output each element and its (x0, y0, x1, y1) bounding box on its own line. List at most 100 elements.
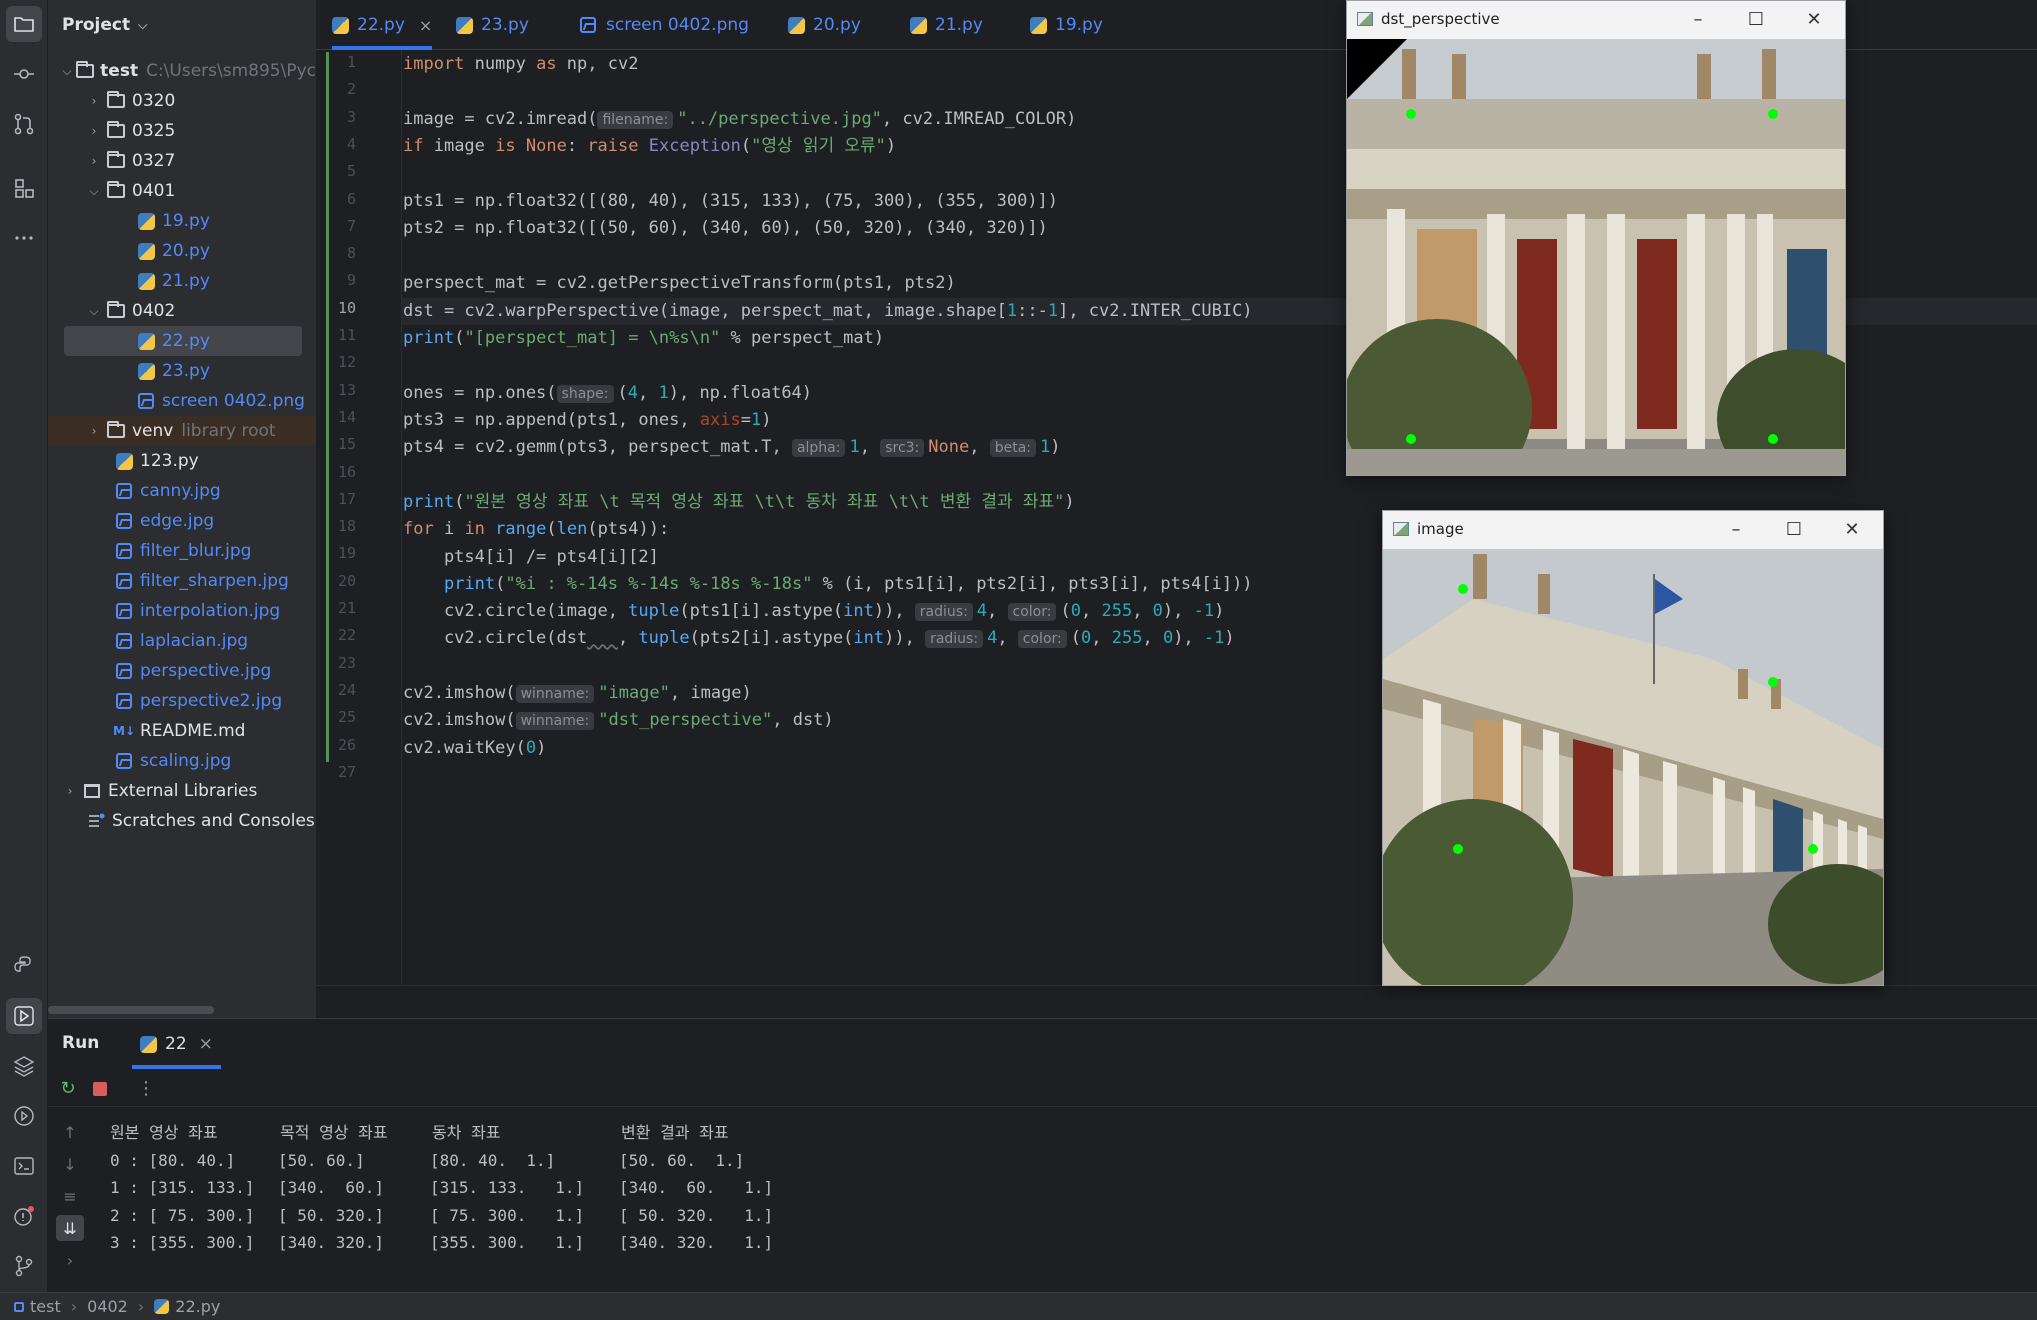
close-icon[interactable]: × (419, 16, 432, 35)
tree-item-perspective2[interactable]: perspective2.jpg (48, 686, 316, 716)
tab-23py[interactable]: 23.py (456, 0, 529, 50)
tab-20py[interactable]: 20.py (788, 0, 861, 50)
tree-item-0320[interactable]: › 0320 (48, 86, 316, 116)
tree-item-label: screen 0402.png (162, 391, 305, 411)
more-options-icon[interactable]: ⋮ (132, 1075, 160, 1103)
tree-item-test[interactable]: ⌵ test C:\Users\sm895\Pyc (48, 56, 316, 86)
tree-item-filter-sharpen[interactable]: filter_sharpen.jpg (48, 566, 316, 596)
folder-icon (106, 91, 126, 111)
commit-tool-button[interactable] (6, 56, 42, 92)
python-file-icon (1030, 16, 1047, 34)
maximize-icon[interactable]: ☐ (1727, 1, 1785, 37)
chevron-down-icon[interactable]: ⌵ (62, 64, 72, 79)
line-number: 1 (346, 53, 356, 71)
chevron-right-icon[interactable]: › (86, 424, 102, 438)
run-tool-button[interactable] (6, 998, 42, 1034)
tree-item-canny[interactable]: canny.jpg (48, 476, 316, 506)
close-icon[interactable]: ✕ (1785, 1, 1843, 37)
tree-item-22py[interactable]: 22.py (64, 326, 302, 356)
chevron-right-icon: › (137, 1297, 145, 1316)
tab-22py[interactable]: 22.py × (332, 0, 433, 50)
stop-icon[interactable] (86, 1075, 114, 1103)
line-number: 13 (337, 380, 356, 399)
tree-item-21py[interactable]: 21.py (48, 266, 316, 296)
breadcrumb-folder[interactable]: 0402 (87, 1297, 128, 1316)
tree-item-screen-png[interactable]: screen 0402.png (48, 386, 316, 416)
scroll-down-icon[interactable]: ↓ (56, 1151, 84, 1177)
param-hint: alpha: (791, 439, 846, 457)
layers-tool-button[interactable] (6, 1048, 42, 1084)
code-line-9: perspect_mat = cv2.getPerspectiveTransfo… (403, 273, 956, 293)
tree-item-0325[interactable]: › 0325 (48, 116, 316, 146)
line-number: 6 (346, 189, 356, 208)
minimize-icon[interactable]: – (1669, 1, 1727, 37)
tree-item-20py[interactable]: 20.py (48, 236, 316, 266)
tab-label: 19.py (1055, 15, 1103, 35)
tree-item-filter-blur[interactable]: filter_blur.jpg (48, 536, 316, 566)
tree-item-23py[interactable]: 23.py (48, 356, 316, 386)
tree-item-perspective[interactable]: perspective.jpg (48, 656, 316, 686)
tree-item-venv[interactable]: › venv library root (48, 416, 316, 446)
tree-item-scaling[interactable]: scaling.jpg (48, 746, 316, 776)
tree-item-0327[interactable]: › 0327 (48, 146, 316, 176)
python-file-icon (136, 361, 156, 381)
soft-wrap-icon[interactable]: ≡ (56, 1183, 84, 1209)
minimize-icon[interactable]: – (1707, 511, 1765, 547)
chevron-down-icon[interactable]: ⌵ (86, 304, 102, 319)
chevron-right-icon[interactable]: › (86, 154, 102, 168)
breadcrumb-project[interactable]: test (30, 1297, 61, 1316)
tree-item-external-libraries[interactable]: › External Libraries (48, 776, 316, 806)
dst-perspective-image (1347, 39, 1845, 475)
structure-tool-button[interactable] (6, 170, 42, 206)
run-icon (14, 1006, 34, 1026)
project-scrollbar[interactable] (48, 1006, 214, 1014)
chevron-right-icon[interactable]: › (62, 784, 78, 798)
problems-tool-button[interactable] (6, 1198, 42, 1234)
rerun-icon[interactable]: ↻ (54, 1075, 82, 1103)
scroll-up-icon[interactable]: ↑ (56, 1119, 84, 1145)
tree-item-laplacian[interactable]: laplacian.jpg (48, 626, 316, 656)
tree-item-interpolation[interactable]: interpolation.jpg (48, 596, 316, 626)
tree-item-label: 19.py (162, 211, 210, 231)
expand-icon[interactable]: › (56, 1247, 84, 1273)
line-number: 17 (337, 489, 356, 508)
code-line-19: pts4[i] /= pts4[i][2] (403, 547, 659, 567)
tree-item-scratches[interactable]: Scratches and Consoles (48, 806, 316, 836)
image-window[interactable]: image – ☐ ✕ (1382, 510, 1884, 986)
close-icon[interactable]: ✕ (1823, 511, 1881, 547)
git-tool-button[interactable] (6, 1248, 42, 1284)
more-icon (15, 236, 33, 240)
close-icon[interactable]: × (199, 1034, 213, 1054)
tab-19py[interactable]: 19.py (1030, 0, 1103, 50)
chevron-right-icon[interactable]: › (86, 94, 102, 108)
tab-screen-png[interactable]: screen 0402.png (580, 0, 749, 50)
tree-item-edge[interactable]: edge.jpg (48, 506, 316, 536)
chevron-right-icon[interactable]: › (86, 124, 102, 138)
dst-perspective-window[interactable]: dst_perspective – ☐ ✕ (1346, 0, 1846, 476)
tree-item-19py[interactable]: 19.py (48, 206, 316, 236)
tree-item-readme[interactable]: M↓ README.md (48, 716, 316, 746)
image-file-icon (114, 571, 134, 591)
python-file-icon (136, 331, 156, 351)
chevron-down-icon[interactable]: ⌵ (138, 18, 147, 33)
project-tool-button[interactable] (6, 6, 42, 42)
tree-item-label: filter_sharpen.jpg (140, 571, 289, 591)
terminal-tool-button[interactable] (6, 1148, 42, 1184)
python-packages-tool-button[interactable] (6, 948, 42, 984)
maximize-icon[interactable]: ☐ (1765, 511, 1823, 547)
services-tool-button[interactable] (6, 1098, 42, 1134)
code-line-4: if image is None: raise Exception("영상 읽기… (403, 136, 897, 156)
scroll-to-end-icon[interactable]: ⇊ (56, 1215, 84, 1241)
tab-21py[interactable]: 21.py (910, 0, 983, 50)
tree-item-0402[interactable]: ⌵ 0402 (48, 296, 316, 326)
run-tab-22[interactable]: 22 × (132, 1019, 221, 1069)
project-panel-header[interactable]: Project ⌵ (48, 0, 316, 50)
git-branch-icon (15, 1255, 33, 1277)
breadcrumb-file[interactable]: 22.py (175, 1297, 220, 1316)
chevron-down-icon[interactable]: ⌵ (86, 184, 102, 199)
pull-requests-tool-button[interactable] (6, 106, 42, 142)
more-tools-button[interactable] (6, 220, 42, 256)
tree-item-0401[interactable]: ⌵ 0401 (48, 176, 316, 206)
tree-item-123py[interactable]: 123.py (48, 446, 316, 476)
line-number: 25 (337, 708, 356, 727)
